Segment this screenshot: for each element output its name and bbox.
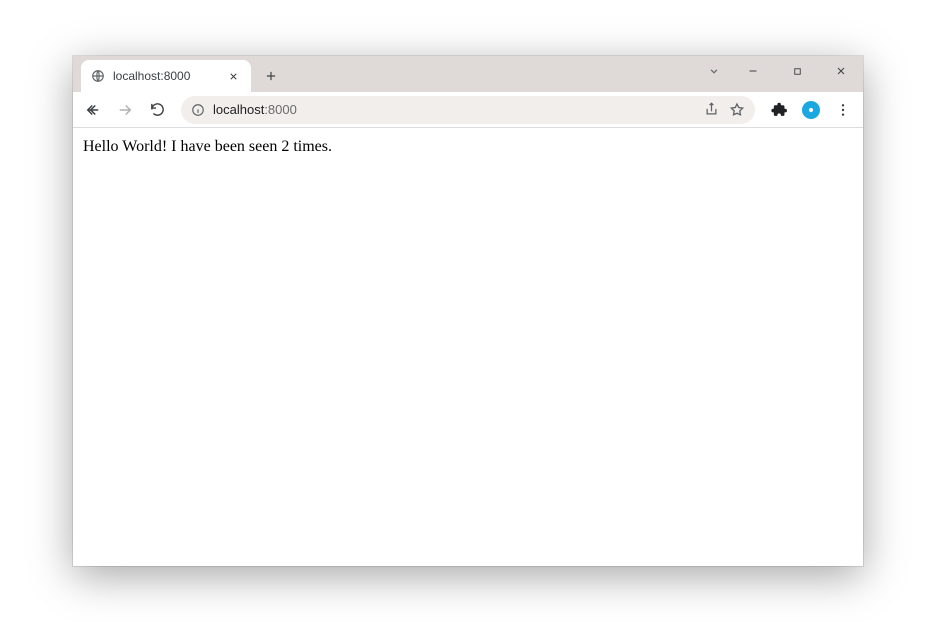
menu-button[interactable]	[829, 96, 857, 124]
browser-tab[interactable]: localhost:8000	[81, 60, 251, 92]
close-window-button[interactable]	[819, 56, 863, 86]
back-button[interactable]	[79, 96, 107, 124]
titlebar: localhost:8000	[73, 56, 863, 92]
page-body-text: Hello World! I have been seen 2 times.	[83, 138, 332, 155]
share-icon[interactable]	[704, 102, 719, 117]
page-content: Hello World! I have been seen 2 times.	[73, 128, 863, 566]
window-controls	[697, 56, 863, 86]
new-tab-button[interactable]	[257, 62, 285, 90]
extensions-button[interactable]	[765, 96, 793, 124]
extension-badge[interactable]	[797, 96, 825, 124]
toolbar: localhost:8000	[73, 92, 863, 128]
forward-button[interactable]	[111, 96, 139, 124]
close-tab-button[interactable]	[225, 68, 241, 84]
site-info-icon[interactable]	[191, 103, 205, 117]
globe-icon	[91, 69, 105, 83]
browser-window: localhost:8000	[73, 56, 863, 566]
tab-search-button[interactable]	[697, 56, 731, 86]
url-text: localhost:8000	[213, 102, 297, 117]
tab-title: localhost:8000	[113, 69, 217, 83]
url-port: :8000	[264, 102, 297, 117]
bookmark-icon[interactable]	[729, 102, 745, 118]
extension-circle-icon	[802, 101, 820, 119]
address-bar[interactable]: localhost:8000	[181, 96, 755, 124]
reload-button[interactable]	[143, 96, 171, 124]
maximize-button[interactable]	[775, 56, 819, 86]
minimize-button[interactable]	[731, 56, 775, 86]
url-host: localhost	[213, 102, 264, 117]
